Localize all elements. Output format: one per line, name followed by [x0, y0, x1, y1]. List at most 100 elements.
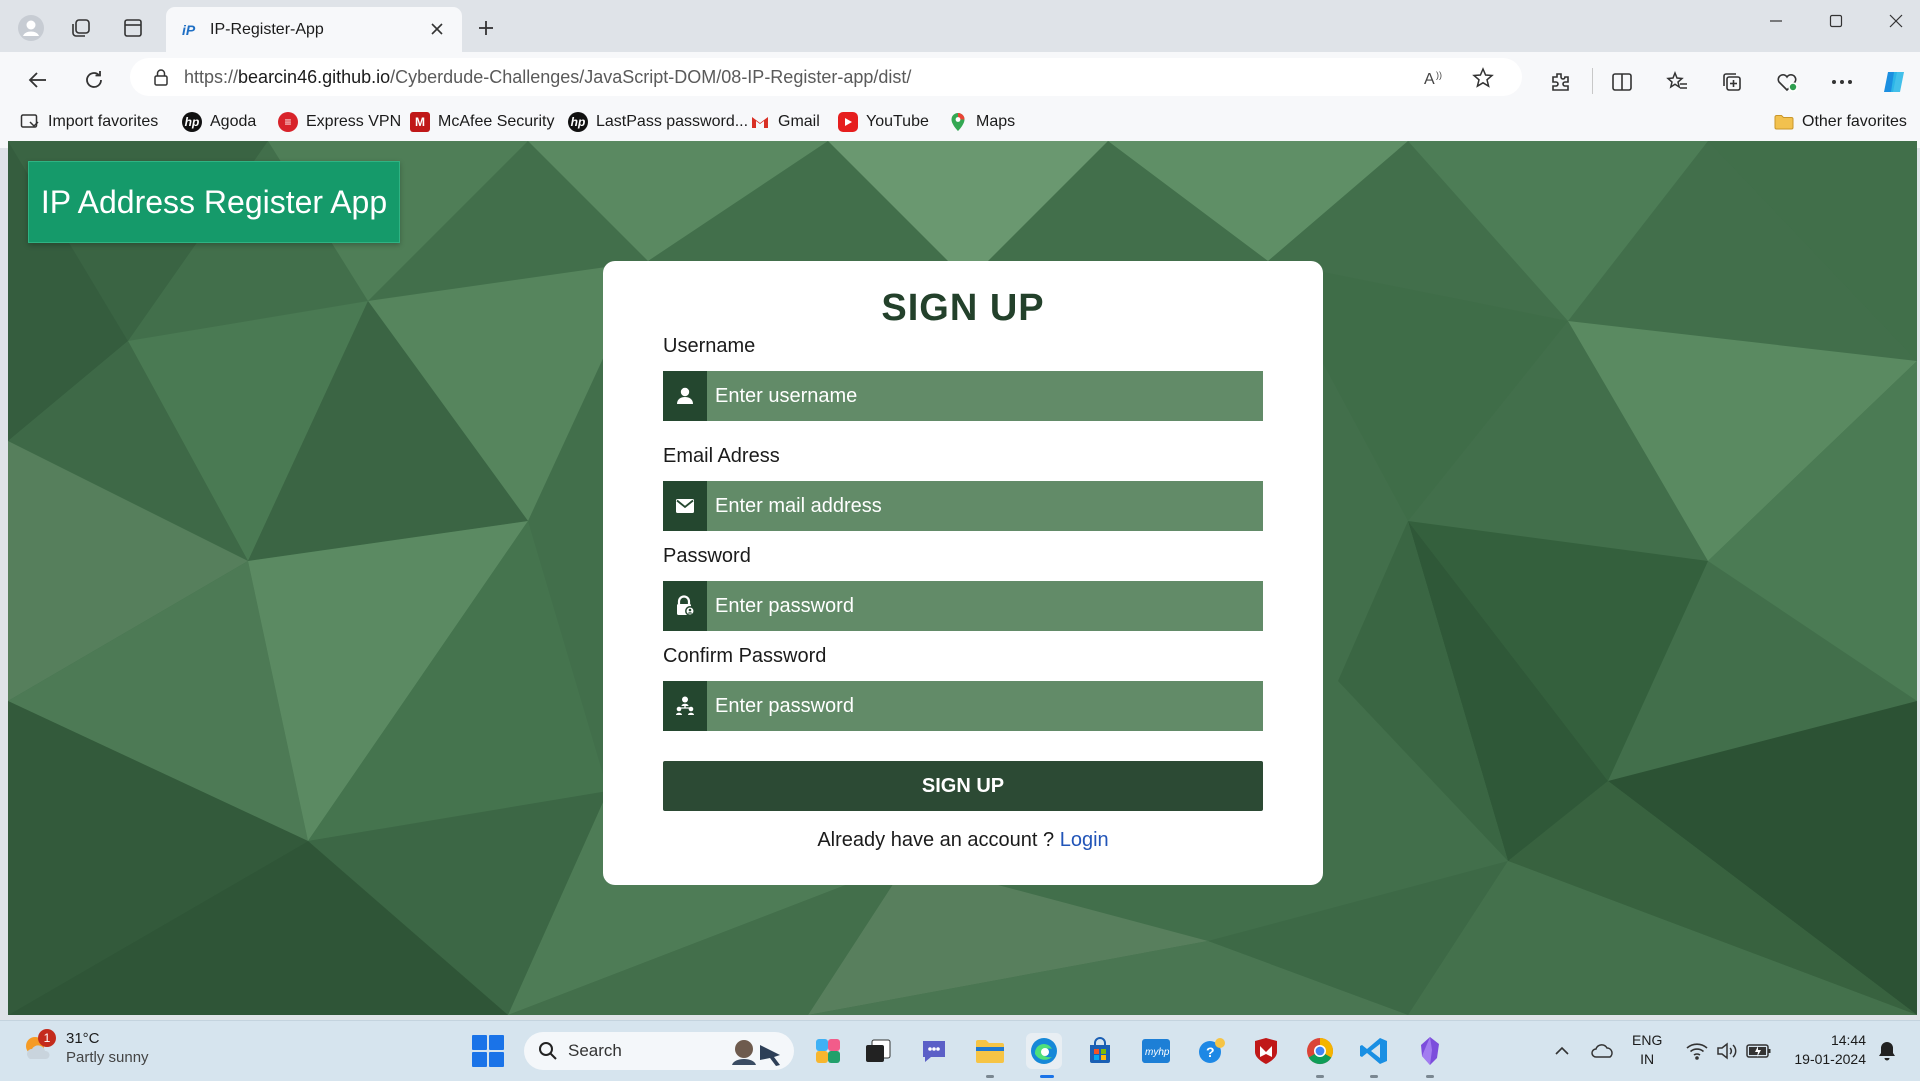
- maximize-icon[interactable]: [1806, 0, 1866, 42]
- fav-agoda[interactable]: hp Agoda: [182, 108, 256, 136]
- fav-label: McAfee Security: [438, 113, 555, 130]
- email-input[interactable]: [707, 481, 1263, 531]
- svg-text:?: ?: [1206, 1044, 1215, 1060]
- fav-label: YouTube: [866, 113, 929, 130]
- confirm-password-input[interactable]: [707, 681, 1263, 731]
- language-indicator[interactable]: ENG IN: [1632, 1031, 1662, 1069]
- store-icon[interactable]: [1082, 1033, 1118, 1069]
- browser-tab-active[interactable]: iP IP-Register-App: [166, 7, 462, 52]
- search-icon: [538, 1041, 558, 1061]
- read-aloud-icon[interactable]: A)): [1424, 67, 1446, 89]
- youtube-icon: [838, 112, 858, 132]
- fav-import-favorites[interactable]: Import favorites: [20, 108, 158, 136]
- svg-text:A: A: [1424, 71, 1435, 87]
- clock-time: 14:44: [1830, 1032, 1866, 1048]
- onedrive-cloud-icon[interactable]: [1588, 1035, 1618, 1067]
- username-input[interactable]: [707, 371, 1263, 421]
- copilot-icon[interactable]: [1880, 68, 1908, 96]
- browser-toolbar: https://bearcin46.github.io/Cyberdude-Ch…: [0, 52, 1920, 148]
- fav-label: Express VPN: [306, 113, 402, 130]
- mcafee-taskbar-icon[interactable]: [1248, 1033, 1284, 1069]
- battery-charging-icon[interactable]: [1744, 1035, 1774, 1067]
- wifi-icon[interactable]: [1684, 1035, 1710, 1067]
- signup-title: SIGN UP: [881, 287, 1045, 329]
- url-text[interactable]: https://bearcin46.github.io/Cyberdude-Ch…: [184, 67, 911, 88]
- browser-titlebar: iP IP-Register-App: [0, 0, 1920, 52]
- fav-other-favorites[interactable]: Other favorites: [1774, 108, 1907, 136]
- fav-lastpass[interactable]: hp LastPass password...: [568, 108, 748, 136]
- taskbar-search[interactable]: Search: [524, 1032, 794, 1070]
- password-label: Password: [663, 545, 751, 567]
- close-tab-icon[interactable]: [426, 18, 448, 40]
- favorites-list-icon[interactable]: [1663, 68, 1691, 96]
- task-view-icon[interactable]: [860, 1033, 896, 1069]
- lock-icon[interactable]: [152, 67, 170, 87]
- lock-user-icon: [663, 581, 707, 631]
- new-tab-icon[interactable]: [470, 12, 502, 44]
- address-bar[interactable]: https://bearcin46.github.io/Cyberdude-Ch…: [130, 58, 1522, 96]
- svg-text:myhp: myhp: [1145, 1047, 1170, 1058]
- email-field[interactable]: [663, 481, 1263, 531]
- signup-button[interactable]: SIGN UP: [663, 761, 1263, 811]
- clock[interactable]: 14:44 19-01-2024: [1786, 1031, 1866, 1069]
- network-users-icon: [663, 681, 707, 731]
- browser-essentials-icon[interactable]: [1773, 68, 1801, 96]
- password-input[interactable]: [707, 581, 1263, 631]
- fav-label: LastPass password...: [596, 113, 749, 130]
- region-code: IN: [1640, 1051, 1655, 1067]
- notification-bell-icon[interactable]: [1874, 1035, 1900, 1067]
- running-indicator: [1316, 1075, 1324, 1078]
- file-explorer-icon[interactable]: [972, 1033, 1008, 1069]
- copilot-taskbar-icon[interactable]: [810, 1033, 846, 1069]
- split-screen-icon[interactable]: [1608, 68, 1636, 96]
- more-options-icon[interactable]: [1828, 68, 1856, 96]
- myhp-icon[interactable]: myhp: [1138, 1033, 1174, 1069]
- close-window-icon[interactable]: [1866, 0, 1920, 42]
- hp-icon: hp: [568, 112, 588, 132]
- chat-icon[interactable]: [916, 1033, 952, 1069]
- hp-icon: hp: [182, 112, 202, 132]
- app-brand-badge[interactable]: IP Address Register App: [28, 161, 400, 243]
- chevron-up-icon[interactable]: [1550, 1035, 1574, 1067]
- login-link[interactable]: Login: [1060, 829, 1109, 851]
- search-highlight-icon: [724, 1035, 788, 1067]
- fav-youtube[interactable]: YouTube: [838, 108, 929, 136]
- obsidian-icon[interactable]: [1412, 1033, 1448, 1069]
- fav-maps[interactable]: Maps: [948, 108, 1015, 136]
- volume-icon[interactable]: [1714, 1035, 1740, 1067]
- profile-icon[interactable]: [12, 10, 50, 46]
- extensions-icon[interactable]: [1546, 68, 1574, 96]
- windows-start-icon[interactable]: [472, 1035, 504, 1067]
- confirm-password-field[interactable]: [663, 681, 1263, 731]
- vscode-icon[interactable]: [1356, 1033, 1392, 1069]
- collections-icon[interactable]: [1718, 68, 1746, 96]
- chrome-icon[interactable]: [1302, 1033, 1338, 1069]
- password-field[interactable]: [663, 581, 1263, 631]
- workspaces-icon[interactable]: [62, 10, 100, 46]
- fav-gmail[interactable]: Gmail: [750, 108, 820, 136]
- url-host: bearcin46.github.io: [238, 66, 391, 87]
- partly-sunny-icon: 1: [20, 1029, 56, 1065]
- login-prompt-text: Already have an account ?: [817, 829, 1060, 851]
- running-indicator: [1426, 1075, 1434, 1078]
- vertical-tabs-icon[interactable]: [114, 10, 152, 46]
- edge-taskbar-icon[interactable]: [1026, 1033, 1062, 1069]
- weather-description: Partly sunny: [66, 1049, 149, 1066]
- minimize-icon[interactable]: [1746, 0, 1806, 42]
- weather-widget[interactable]: 1 31°C Partly sunny: [20, 1029, 149, 1067]
- import-icon: [20, 112, 40, 132]
- favorite-star-icon[interactable]: [1472, 67, 1494, 89]
- refresh-icon[interactable]: [74, 60, 114, 100]
- fav-mcafee-security[interactable]: M McAfee Security: [410, 108, 554, 136]
- fav-label: Other favorites: [1802, 113, 1907, 130]
- folder-icon: [1774, 112, 1794, 132]
- get-help-icon[interactable]: ?: [1194, 1033, 1230, 1069]
- fav-label: Import favorites: [48, 113, 159, 130]
- toolbar-divider: [1592, 68, 1593, 94]
- username-field[interactable]: [663, 371, 1263, 421]
- back-arrow-icon[interactable]: [18, 60, 58, 100]
- email-label: Email Adress: [663, 445, 780, 467]
- fav-express-vpn[interactable]: ≡ Express VPN: [278, 108, 401, 136]
- tab-favicon-icon: iP: [182, 21, 196, 38]
- weather-temperature: 31°C: [66, 1030, 100, 1047]
